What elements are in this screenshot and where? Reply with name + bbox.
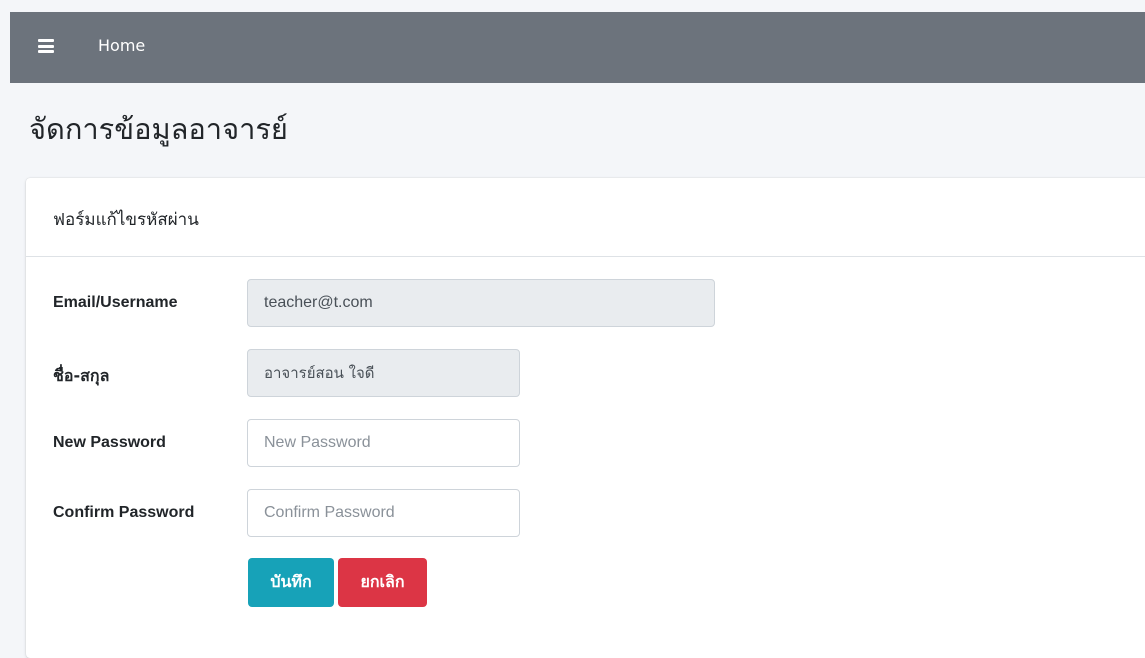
- confirm-password-field[interactable]: [247, 489, 520, 537]
- form-title: ฟอร์มแก้ไขรหัสผ่าน: [53, 210, 199, 230]
- new-password-label: New Password: [53, 434, 166, 451]
- password-form-card: ฟอร์มแก้ไขรหัสผ่าน Email/Username ชื่อ-ส…: [26, 178, 1145, 658]
- cancel-button[interactable]: ยกเลิก: [338, 558, 427, 607]
- hamburger-menu-icon[interactable]: [38, 39, 54, 53]
- save-button[interactable]: บันทึก: [248, 558, 334, 607]
- fullname-field: [247, 349, 520, 397]
- nav-home-link[interactable]: Home: [98, 36, 145, 55]
- confirm-password-label: Confirm Password: [53, 504, 195, 521]
- fullname-label: ชื่อ-สกุล: [53, 366, 110, 385]
- card-header: ฟอร์มแก้ไขรหัสผ่าน: [26, 178, 1145, 257]
- new-password-field[interactable]: [247, 419, 520, 467]
- page-title: จัดการข้อมูลอาจารย์: [29, 112, 288, 146]
- top-navbar: Home: [10, 12, 1145, 83]
- email-label: Email/Username: [53, 294, 178, 311]
- email-field: [247, 279, 715, 327]
